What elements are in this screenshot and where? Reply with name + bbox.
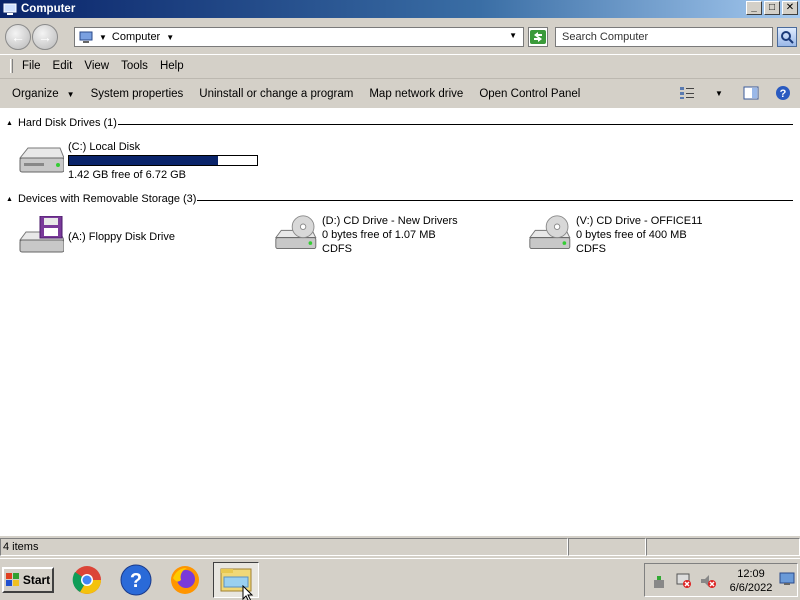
mouse-cursor-icon xyxy=(242,585,254,600)
drive-label: (D:) CD Drive - New Drivers xyxy=(322,215,458,227)
safely-remove-hardware-icon[interactable] xyxy=(651,574,667,590)
map-network-drive-button[interactable]: Map network drive xyxy=(361,88,471,100)
group-removable-storage[interactable]: ▲ Devices with Removable Storage (3) xyxy=(6,193,196,205)
group-divider xyxy=(197,200,793,201)
address-dropdown-icon[interactable]: ▼ xyxy=(509,31,517,40)
capacity-bar xyxy=(68,155,258,166)
menu-edit[interactable]: Edit xyxy=(47,60,79,72)
maximize-button[interactable]: □ xyxy=(764,1,780,15)
computer-icon xyxy=(79,31,93,43)
help-taskbar-button[interactable]: ? xyxy=(113,562,159,598)
back-button[interactable]: ← xyxy=(5,24,31,50)
organize-button[interactable]: Organize ▼ xyxy=(4,88,83,100)
drive-label: (V:) CD Drive - OFFICE11 xyxy=(576,215,703,227)
floppy-drive-icon xyxy=(19,216,64,253)
clock-date: 6/6/2022 xyxy=(729,582,773,594)
menu-tools[interactable]: Tools xyxy=(115,60,154,72)
system-properties-button[interactable]: System properties xyxy=(83,88,192,100)
svg-text:?: ? xyxy=(130,570,142,592)
uninstall-program-button[interactable]: Uninstall or change a program xyxy=(191,88,361,100)
drive-label: (A:) Floppy Disk Drive xyxy=(68,231,175,243)
drive-c[interactable]: (C:) Local Disk 1.42 GB free of 6.72 GB xyxy=(16,140,258,182)
file-view: ▲ Hard Disk Drives (1) (C:) Local Disk 1… xyxy=(0,108,800,536)
taskbar: Start ? 12:09 6/6/2022 xyxy=(0,558,800,600)
drive-free-space: 0 bytes free of 1.07 MB xyxy=(322,229,436,241)
capacity-bar-fill xyxy=(69,156,218,165)
network-error-icon[interactable] xyxy=(675,572,693,590)
drive-free-space: 0 bytes free of 400 MB xyxy=(576,229,687,241)
firefox-taskbar-button[interactable] xyxy=(162,562,208,598)
menu-view[interactable]: View xyxy=(78,60,115,72)
chrome-taskbar-button[interactable] xyxy=(64,562,110,598)
chevron-down-icon[interactable]: ▼ xyxy=(166,33,174,42)
help-icon[interactable]: ? xyxy=(774,84,792,102)
status-bar: 4 items xyxy=(0,538,800,556)
status-cell-2 xyxy=(568,538,646,556)
view-options-icon[interactable] xyxy=(678,84,696,102)
menu-bar: File Edit View Tools Help xyxy=(0,54,800,76)
address-row: ← → ▼ Computer ▼ ▼ Search Computer xyxy=(0,18,800,54)
volume-muted-icon[interactable] xyxy=(699,572,717,590)
group-hard-disk-drives[interactable]: ▲ Hard Disk Drives (1) xyxy=(6,117,117,129)
windows-flag-icon xyxy=(5,573,19,586)
drive-filesystem: CDFS xyxy=(322,243,352,255)
open-control-panel-button[interactable]: Open Control Panel xyxy=(471,88,588,100)
cd-drive-icon xyxy=(274,215,317,249)
refresh-button[interactable] xyxy=(528,27,548,47)
clock-time: 12:09 xyxy=(737,568,765,580)
search-button[interactable] xyxy=(777,27,797,47)
menu-help[interactable]: Help xyxy=(154,60,190,72)
drive-d[interactable]: (D:) CD Drive - New Drivers 0 bytes free… xyxy=(270,214,458,256)
computer-icon xyxy=(3,3,17,15)
show-desktop-icon[interactable] xyxy=(779,572,795,586)
chevron-down-icon: ▼ xyxy=(66,89,75,99)
minimize-button[interactable]: _ xyxy=(746,1,762,15)
menu-grip xyxy=(10,58,13,73)
breadcrumb-computer[interactable]: Computer xyxy=(112,31,160,43)
start-button[interactable]: Start xyxy=(2,567,54,593)
search-icon xyxy=(781,31,794,44)
preview-pane-icon[interactable] xyxy=(742,84,760,102)
search-input[interactable]: Search Computer xyxy=(555,27,773,47)
window-title: Computer xyxy=(21,3,76,15)
command-bar: Organize ▼ System properties Uninstall or… xyxy=(0,78,800,108)
explorer-taskbar-button[interactable] xyxy=(213,562,259,600)
status-item-count: 4 items xyxy=(0,538,568,556)
menu-file[interactable]: File xyxy=(16,60,47,72)
cd-drive-icon xyxy=(528,215,571,249)
svg-text:?: ? xyxy=(780,88,787,100)
refresh-icon xyxy=(530,30,546,44)
title-bar: Computer _ □ ✕ xyxy=(0,0,800,18)
address-bar[interactable]: ▼ Computer ▼ ▼ xyxy=(74,27,524,47)
hard-drive-icon xyxy=(18,147,64,173)
status-cell-3 xyxy=(646,538,800,556)
system-tray: 12:09 6/6/2022 xyxy=(644,563,798,597)
close-button[interactable]: ✕ xyxy=(782,1,798,15)
drive-filesystem: CDFS xyxy=(576,243,606,255)
group-divider xyxy=(118,124,793,125)
chrome-icon xyxy=(72,566,101,594)
firefox-icon xyxy=(171,566,199,594)
drive-label: (C:) Local Disk xyxy=(68,141,141,153)
collapse-triangle-icon[interactable]: ▲ xyxy=(6,196,13,203)
chevron-right-icon[interactable]: ▼ xyxy=(99,33,107,42)
forward-button[interactable]: → xyxy=(32,24,58,50)
drive-free-space: 1.42 GB free of 6.72 GB xyxy=(68,169,187,181)
view-dropdown-icon[interactable]: ▼ xyxy=(710,84,728,102)
help-icon: ? xyxy=(120,564,152,596)
collapse-triangle-icon[interactable]: ▲ xyxy=(6,120,13,127)
drive-a[interactable]: (A:) Floppy Disk Drive xyxy=(16,216,175,256)
drive-v[interactable]: (V:) CD Drive - OFFICE11 0 bytes free of… xyxy=(524,214,703,256)
clock[interactable]: 12:09 6/6/2022 xyxy=(729,567,773,595)
